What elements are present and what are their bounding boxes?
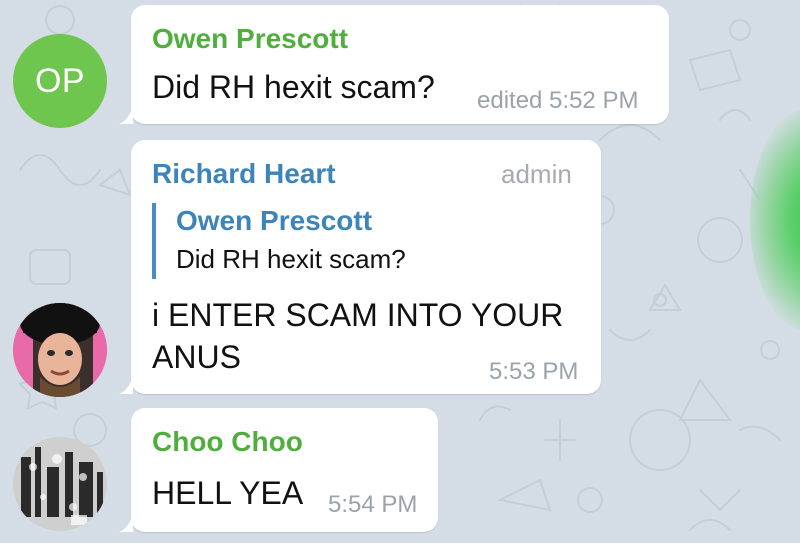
profile-photo xyxy=(13,303,107,397)
message-bubble-choo-choo[interactable]: Choo Choo HELL YEA 5:54 PM xyxy=(119,408,438,532)
message-bubble-owen-prescott[interactable]: Owen Prescott Did RH hexit scam? edited … xyxy=(119,5,669,124)
reply-sender-name: Owen Prescott xyxy=(176,205,373,236)
message-text: HELL YEA xyxy=(152,475,304,511)
bubble-tail xyxy=(119,376,133,394)
reply-quote[interactable]: Owen Prescott Did RH hexit scam? xyxy=(152,203,406,279)
sender-name[interactable]: Richard Heart xyxy=(152,158,336,190)
sender-name[interactable]: Owen Prescott xyxy=(152,23,348,55)
bubble-tail xyxy=(119,514,133,532)
chat-view: OP Owen Prescott Did RH hexit scam? edit… xyxy=(0,0,800,543)
avatar-choo-choo[interactable] xyxy=(13,437,107,531)
message-timestamp: 5:53 PM xyxy=(489,358,579,385)
message-text-line-1: i ENTER SCAM INTO YOUR xyxy=(152,297,564,333)
message-text-line-2: ANUS xyxy=(152,339,241,375)
profile-photo xyxy=(13,437,107,531)
message-bubble-richard-heart[interactable]: Richard Heart admin Owen Prescott Did RH… xyxy=(119,140,601,394)
admin-badge: admin xyxy=(501,159,572,189)
message-text: Did RH hexit scam? xyxy=(152,69,435,105)
bubble-tail xyxy=(119,106,133,124)
reply-text: Did RH hexit scam? xyxy=(176,244,406,274)
message-timestamp: 5:54 PM xyxy=(328,491,418,518)
avatar-initials: OP xyxy=(34,61,86,100)
sender-name[interactable]: Choo Choo xyxy=(152,426,303,458)
avatar-richard-heart[interactable] xyxy=(13,303,107,397)
message-timestamp: edited 5:52 PM xyxy=(477,87,639,114)
avatar-owen-prescott[interactable]: OP xyxy=(13,34,107,128)
